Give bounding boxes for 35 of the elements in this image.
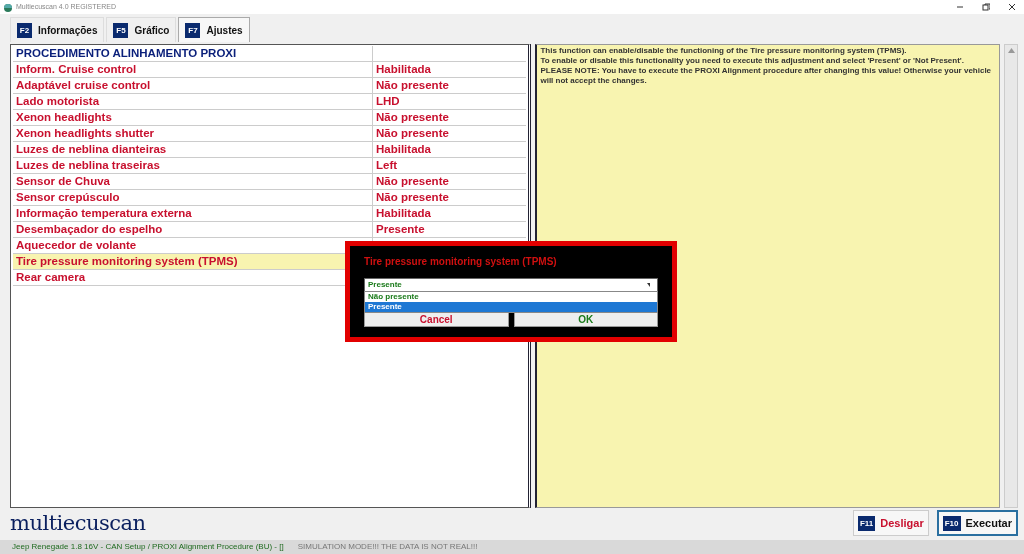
- setting-value: Habilitada: [376, 63, 431, 75]
- setting-name: Sensor crepúsculo: [13, 190, 373, 205]
- tab-label: Informações: [38, 23, 98, 38]
- logo: multiecuscan: [10, 511, 146, 535]
- setting-name: Adaptável cruise control: [13, 78, 373, 93]
- setting-name: Informação temperatura externa: [13, 206, 373, 221]
- setting-value: Não presente: [376, 175, 449, 187]
- setting-name: Xenon headlights shutter: [13, 126, 373, 141]
- setting-name: Xenon headlights: [13, 110, 373, 125]
- key-badge: F5: [113, 22, 129, 38]
- tab-label: Gráfico: [134, 23, 170, 38]
- description-text: This function can enable/disable the functioning of the Tire pressure monitoring system (TPMS).: [540, 46, 908, 56]
- setting-name: Lado motorista: [13, 94, 373, 109]
- setting-value: LHD: [376, 95, 400, 107]
- section-title: PROCEDIMENTO ALINHAMENTO PROXI: [13, 46, 373, 61]
- key-badge: F7: [185, 22, 201, 38]
- setting-value: Não presente: [376, 191, 449, 203]
- setting-value: Não presente: [376, 127, 449, 139]
- setting-name: Luzes de neblina traseiras: [13, 158, 373, 173]
- description-text: To enable or disable this functionality you need to execute this adjustment and select 'Present' or 'Not Present'.: [540, 56, 965, 66]
- description-text: PLEASE NOTE: You have to execute the PROXI Alignment procedure after changing this value! Otherwise your vehicle will not accept the changes.: [540, 66, 993, 86]
- status-text: Jeep Renegade 1.8 16V - CAN Setup / PROXI Alignment Procedure (BU) - []: [12, 541, 284, 553]
- setting-name: Desembaçador do espelho: [13, 222, 373, 237]
- setting-name: Luzes de neblina dianteiras: [13, 142, 373, 157]
- setting-value: Presente: [376, 223, 425, 235]
- setting-value: Não presente: [376, 79, 449, 91]
- tab-label: Ajustes: [206, 23, 243, 38]
- setting-value: Habilitada: [376, 207, 431, 219]
- status-text: SIMULATION MODE!!! THE DATA IS NOT REAL!!!: [297, 541, 478, 553]
- setting-name: Inform. Cruise control: [13, 62, 373, 77]
- key-badge: F2: [17, 22, 32, 38]
- setting-value: Não presente: [376, 111, 449, 123]
- setting-value: Habilitada: [376, 143, 431, 155]
- setting-value: Left: [376, 159, 398, 171]
- setting-name: Sensor de Chuva: [13, 174, 373, 189]
